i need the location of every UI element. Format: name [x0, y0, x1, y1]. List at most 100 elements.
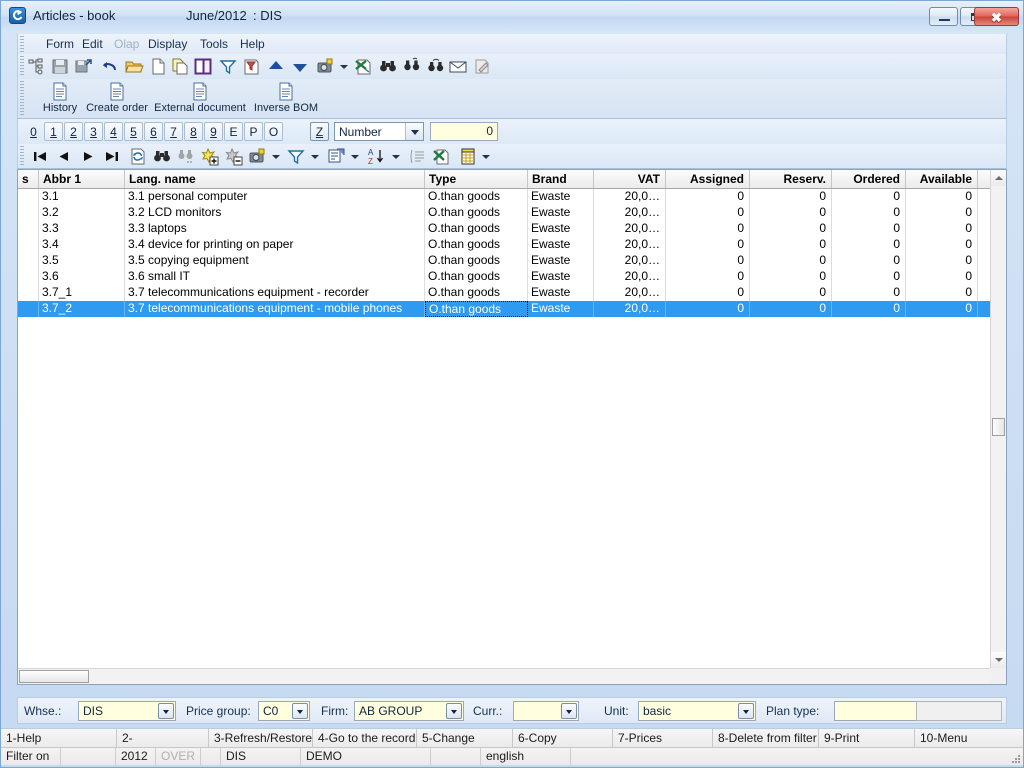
grid-header-assigned[interactable]: Assigned: [666, 170, 750, 188]
cell-vat[interactable]: 20,0…: [594, 205, 666, 221]
cell-abbr[interactable]: 3.1: [39, 189, 125, 205]
cell-vat[interactable]: 20,0…: [594, 221, 666, 237]
menu-tools[interactable]: Tools: [194, 36, 234, 52]
filter-dropdown-arrow[interactable]: [311, 155, 319, 159]
cell-ordered[interactable]: 0: [832, 285, 906, 301]
grid-horizontal-scrollbar[interactable]: [18, 668, 990, 684]
shortcut-toolbar-grip[interactable]: [20, 81, 24, 117]
cell-brand[interactable]: Ewaste: [528, 269, 594, 285]
camera-icon[interactable]: [248, 147, 268, 166]
warehouse-combo[interactable]: DIS: [78, 701, 176, 721]
cell-type[interactable]: O.than goods: [425, 285, 528, 301]
export-excel-icon[interactable]: [432, 147, 452, 166]
cell-lang[interactable]: 3.3 laptops: [125, 221, 425, 237]
tab-9[interactable]: 9: [204, 122, 223, 141]
cell-reserv[interactable]: 0: [750, 285, 832, 301]
camera-dropdown-arrow[interactable]: [272, 155, 280, 159]
cell-vat[interactable]: 20,0…: [594, 253, 666, 269]
new-document-icon[interactable]: [148, 57, 168, 76]
cell-available[interactable]: 0: [906, 237, 978, 253]
firm-combo[interactable]: AB GROUP: [354, 701, 464, 721]
cell-vat[interactable]: 20,0…: [594, 237, 666, 253]
tab-1[interactable]: 1: [44, 122, 63, 141]
tab-p[interactable]: P: [244, 122, 263, 141]
table-row[interactable]: 3.3 3.3 laptops O.than goods Ewaste 20,0… 0 0 0…: [18, 221, 990, 237]
last-record-icon[interactable]: [102, 147, 122, 166]
edit-note-icon[interactable]: [472, 57, 492, 76]
grid-header-type[interactable]: Type: [425, 170, 528, 188]
cell-type[interactable]: O.than goods: [425, 301, 528, 317]
nav-toolbar-grip[interactable]: [20, 146, 24, 167]
advanced-dropdown-arrow[interactable]: [351, 155, 359, 159]
minimize-button[interactable]: [929, 7, 958, 26]
grid-header-ordered[interactable]: Ordered: [832, 170, 906, 188]
mail-icon[interactable]: [448, 57, 468, 76]
filter-extra-field[interactable]: [916, 701, 1002, 721]
fkey-1-help[interactable]: 1-Help: [1, 729, 117, 747]
vertical-scroll-thumb[interactable]: [992, 418, 1005, 436]
menu-display[interactable]: Display: [142, 36, 193, 52]
filter-icon[interactable]: [286, 147, 306, 166]
grid-header-vat[interactable]: VAT: [594, 170, 666, 188]
cell-reserv[interactable]: 0: [750, 189, 832, 205]
cell-s[interactable]: [18, 301, 39, 317]
fkey-3-refresh-restore[interactable]: 3-Refresh/Restore: [209, 729, 313, 747]
sort-dropdown-arrow[interactable]: [392, 155, 400, 159]
fkey-6-copy[interactable]: 6-Copy: [513, 729, 613, 747]
cell-assigned[interactable]: 0: [666, 301, 750, 317]
cell-abbr[interactable]: 3.2: [39, 205, 125, 221]
cell-available[interactable]: 0: [906, 221, 978, 237]
camera-icon[interactable]: [316, 57, 336, 76]
cell-lang[interactable]: 3.1 personal computer: [125, 189, 425, 205]
cell-s[interactable]: [18, 237, 39, 253]
columns-dropdown-arrow[interactable]: [482, 155, 490, 159]
close-button[interactable]: ✖: [974, 7, 1019, 26]
cell-reserv[interactable]: 0: [750, 269, 832, 285]
external-document-button[interactable]: External document: [152, 82, 248, 114]
tab-3[interactable]: 3: [84, 122, 103, 141]
cell-ordered[interactable]: 0: [832, 237, 906, 253]
table-row[interactable]: 3.2 3.2 LCD monitors O.than goods Ewaste 20,…: [18, 205, 990, 221]
cell-assigned[interactable]: 0: [666, 205, 750, 221]
binoculars-next-icon[interactable]: [402, 57, 422, 76]
menu-edit[interactable]: Edit: [76, 36, 109, 52]
table-row[interactable]: 3.5 3.5 copying equipment O.than goods Ewas…: [18, 253, 990, 269]
tab-7[interactable]: 7: [164, 122, 183, 141]
binoculars-icon[interactable]: [378, 57, 398, 76]
cell-assigned[interactable]: 0: [666, 269, 750, 285]
cell-assigned[interactable]: 0: [666, 253, 750, 269]
menu-grip[interactable]: [20, 36, 24, 52]
cell-reserv[interactable]: 0: [750, 253, 832, 269]
tab-6[interactable]: 6: [144, 122, 163, 141]
cell-brand[interactable]: Ewaste: [528, 189, 594, 205]
fkey-7-prices[interactable]: 7-Prices: [613, 729, 713, 747]
resize-grip[interactable]: [1008, 751, 1020, 763]
chevron-down-icon[interactable]: [405, 123, 423, 140]
grid-header-brand[interactable]: Brand: [528, 170, 594, 188]
cell-available[interactable]: 0: [906, 189, 978, 205]
menu-form[interactable]: Form: [40, 36, 80, 52]
undo-icon[interactable]: [100, 57, 120, 76]
currency-combo[interactable]: [513, 701, 579, 721]
cell-assigned[interactable]: 0: [666, 285, 750, 301]
toolbar-grip[interactable]: [20, 56, 24, 77]
cell-abbr[interactable]: 3.5: [39, 253, 125, 269]
cell-abbr[interactable]: 3.6: [39, 269, 125, 285]
cell-ordered[interactable]: 0: [832, 301, 906, 317]
save-as-icon[interactable]: [74, 57, 94, 76]
table-row[interactable]: 3.7_1 3.7 telecommunications equipment - …: [18, 285, 990, 301]
history-button[interactable]: History: [38, 82, 82, 114]
grid-header-abbr[interactable]: Abbr 1: [39, 170, 125, 188]
previous-record-icon[interactable]: [54, 147, 74, 166]
sort-az-icon[interactable]: A Z: [366, 147, 386, 166]
fkey-4-go-to-the-record[interactable]: 4-Go to the record: [313, 729, 417, 747]
unit-combo[interactable]: basic: [638, 701, 756, 721]
grid-header-s[interactable]: s: [18, 170, 39, 188]
inverse-bom-button[interactable]: Inverse BOM: [250, 82, 322, 114]
cell-s[interactable]: [18, 285, 39, 301]
book-icon[interactable]: [194, 57, 214, 76]
tab-2[interactable]: 2: [64, 122, 83, 141]
chevron-down-icon[interactable]: [446, 703, 462, 719]
cell-brand[interactable]: Ewaste: [528, 253, 594, 269]
camera-dropdown-arrow[interactable]: [340, 65, 348, 69]
